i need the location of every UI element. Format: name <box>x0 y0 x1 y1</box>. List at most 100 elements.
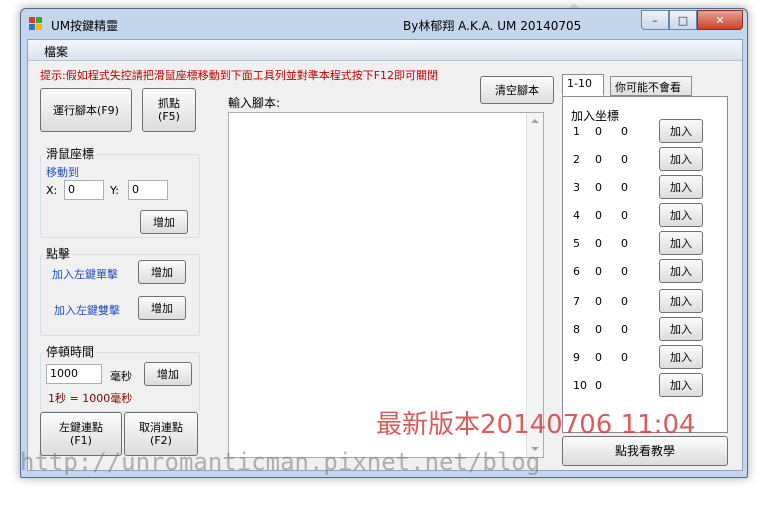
coord-add-label: 加入 <box>670 124 692 138</box>
url-watermark: http://unromanticman.pixnet.net/blog <box>20 448 541 476</box>
pause-note: 1秒 = 1000毫秒 <box>48 392 133 405</box>
coord-add-button[interactable]: 加入 <box>659 231 703 255</box>
title-bar: UM按鍵精靈 By林郁翔 A.K.A. UM 20140705 – □ ✕ <box>21 9 747 37</box>
coord-index: 5 <box>573 237 580 250</box>
coord-add-button[interactable]: 加入 <box>659 317 703 341</box>
run-script-label: 運行腳本(F9) <box>53 103 119 117</box>
x-label: X: <box>46 184 58 197</box>
coord-x: 0 <box>595 379 602 392</box>
coord-add-label: 加入 <box>670 236 692 250</box>
tab-1-10-label: 1-10 <box>567 77 592 90</box>
pause-unit: 毫秒 <box>110 370 132 383</box>
coord-add-label: 加入 <box>670 350 692 364</box>
coord-x: 0 <box>595 125 602 138</box>
left-single-label: 加入左鍵單擊 <box>52 268 118 281</box>
coord-x: 0 <box>595 295 602 308</box>
coord-add-label: 加入 <box>670 294 692 308</box>
clear-script-label: 清空腳本 <box>495 83 539 97</box>
coord-add-label: 加入 <box>670 180 692 194</box>
coord-add-button[interactable]: 加入 <box>659 203 703 227</box>
coords-tab-panel: 加入坐標 1 0 0 加入 2 0 0 加入 3 0 0 加入 4 0 0 加入 5 0 0 加入 6 0 0 加入 7 0 0 加入… <box>562 96 728 433</box>
left-double-add-button[interactable]: 增加 <box>138 296 186 320</box>
tab-advanced[interactable]: 你可能不會看 <box>610 76 692 96</box>
coord-y: 0 <box>621 295 628 308</box>
left-single-add-label: 增加 <box>151 265 173 279</box>
coord-y: 0 <box>621 125 628 138</box>
script-label: 輸入腳本: <box>228 96 281 110</box>
close-icon: ✕ <box>715 13 725 27</box>
coord-y: 0 <box>621 265 628 278</box>
coord-add-button[interactable]: 加入 <box>659 147 703 171</box>
tab-1-10[interactable]: 1-10 <box>562 74 604 96</box>
cancel-repeat-label: 取消連點 (F2) <box>139 421 183 447</box>
window-title: UM按鍵精靈 <box>51 19 119 33</box>
maximize-icon: □ <box>677 13 689 27</box>
close-button[interactable]: ✕ <box>697 10 743 30</box>
run-script-button[interactable]: 運行腳本(F9) <box>40 88 132 132</box>
coord-add-button[interactable]: 加入 <box>659 175 703 199</box>
click-group-label: 點擊 <box>44 245 73 262</box>
menu-file[interactable]: 檔案 <box>44 43 68 60</box>
coord-index: 10 <box>573 379 587 392</box>
y-input[interactable]: 0 <box>128 180 168 200</box>
app-icon <box>29 17 43 31</box>
coord-index: 9 <box>573 351 580 364</box>
version-watermark: 最新版本20140706 11:04 <box>376 410 696 440</box>
coord-add-label: 加入 <box>670 208 692 222</box>
coord-x: 0 <box>595 323 602 336</box>
coords-title: 加入坐標 <box>571 109 620 123</box>
left-repeat-label: 左鍵連點 (F1) <box>59 421 103 447</box>
pause-input[interactable]: 1000 <box>46 364 102 384</box>
coord-x: 0 <box>595 237 602 250</box>
pause-add-button[interactable]: 增加 <box>144 362 192 386</box>
pause-add-label: 增加 <box>157 367 179 381</box>
x-input[interactable]: 0 <box>64 180 104 200</box>
coord-y: 0 <box>621 181 628 194</box>
hint-text: 提示:假如程式失控請把滑鼠座標移動到下面工具列並對準本程式按下F12即可關閉 <box>40 69 439 82</box>
coord-index: 4 <box>573 209 580 222</box>
coord-y: 0 <box>621 323 628 336</box>
coord-add-button[interactable]: 加入 <box>659 259 703 283</box>
scroll-up-icon[interactable] <box>531 119 539 123</box>
coord-add-label: 加入 <box>670 264 692 278</box>
capture-point-label: 抓點 (F5) <box>158 97 180 123</box>
coord-x: 0 <box>595 209 602 222</box>
coord-add-button[interactable]: 加入 <box>659 119 703 143</box>
coord-add-button[interactable]: 加入 <box>659 345 703 369</box>
coord-y: 0 <box>621 237 628 250</box>
window-byline: By林郁翔 A.K.A. UM 20140705 <box>403 19 582 33</box>
y-label: Y: <box>110 184 119 197</box>
coord-x: 0 <box>595 181 602 194</box>
coord-y: 0 <box>621 209 628 222</box>
tab-advanced-label: 你可能不會看 <box>615 81 681 94</box>
coord-index: 3 <box>573 181 580 194</box>
capture-point-button[interactable]: 抓點 (F5) <box>142 88 196 132</box>
menu-bar: 檔案 <box>28 40 742 61</box>
coord-index: 2 <box>573 153 580 166</box>
coord-index: 1 <box>573 125 580 138</box>
move-to-label: 移動到 <box>46 166 79 179</box>
coord-index: 7 <box>573 295 580 308</box>
coord-add-button[interactable]: 加入 <box>659 289 703 313</box>
mouse-add-label: 增加 <box>153 215 175 229</box>
coord-add-button[interactable]: 加入 <box>659 373 703 397</box>
maximize-button[interactable]: □ <box>669 10 697 30</box>
coord-index: 8 <box>573 323 580 336</box>
coord-index: 6 <box>573 265 580 278</box>
minimize-icon: – <box>652 13 658 27</box>
coord-x: 0 <box>595 351 602 364</box>
clear-script-button[interactable]: 清空腳本 <box>480 76 554 104</box>
mouse-coords-label: 滑鼠座標 <box>44 145 97 162</box>
coord-x: 0 <box>595 153 602 166</box>
coord-x: 0 <box>595 265 602 278</box>
mouse-add-button[interactable]: 增加 <box>140 210 188 234</box>
coord-add-label: 加入 <box>670 152 692 166</box>
coord-add-label: 加入 <box>670 378 692 392</box>
left-double-add-label: 增加 <box>151 301 173 315</box>
coord-y: 0 <box>621 351 628 364</box>
left-single-add-button[interactable]: 增加 <box>138 260 186 284</box>
tutorial-label: 點我看教學 <box>614 443 675 458</box>
coord-add-label: 加入 <box>670 322 692 336</box>
coord-y: 0 <box>621 153 628 166</box>
minimize-button[interactable]: – <box>641 10 669 30</box>
